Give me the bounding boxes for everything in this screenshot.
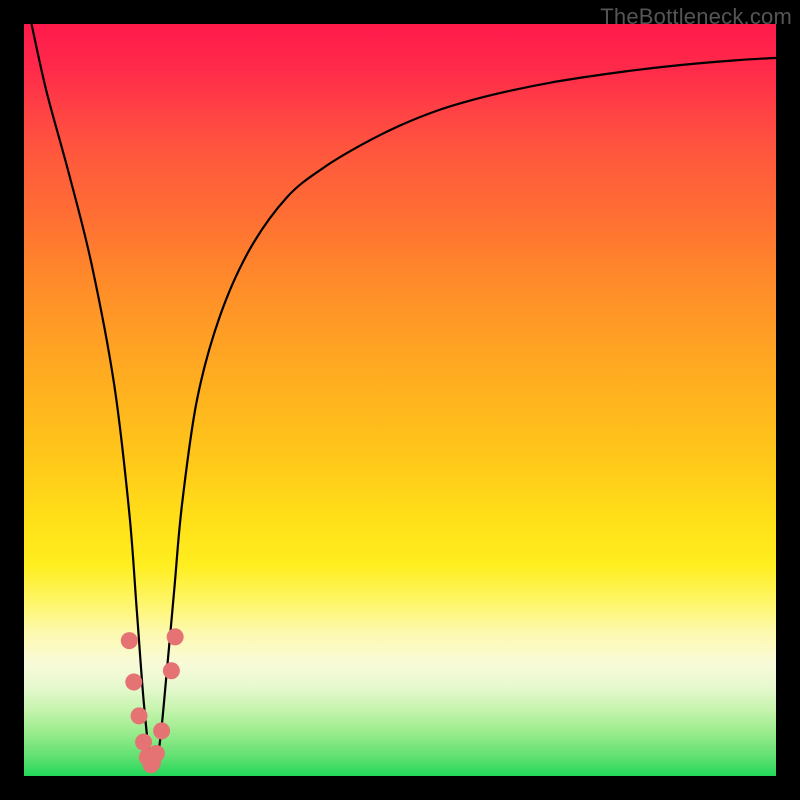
highlight-marker — [131, 707, 148, 724]
highlight-marker — [125, 674, 142, 691]
watermark-text: TheBottleneck.com — [600, 4, 792, 30]
highlight-marker — [148, 745, 165, 762]
plot-area — [24, 24, 776, 776]
highlight-marker — [121, 632, 138, 649]
highlight-marker — [153, 722, 170, 739]
highlight-marker — [167, 628, 184, 645]
highlight-marker — [163, 662, 180, 679]
bottleneck-curve — [32, 24, 776, 770]
chart-frame: TheBottleneck.com — [0, 0, 800, 800]
highlight-marker — [135, 734, 152, 751]
bottleneck-curve-svg — [24, 24, 776, 776]
